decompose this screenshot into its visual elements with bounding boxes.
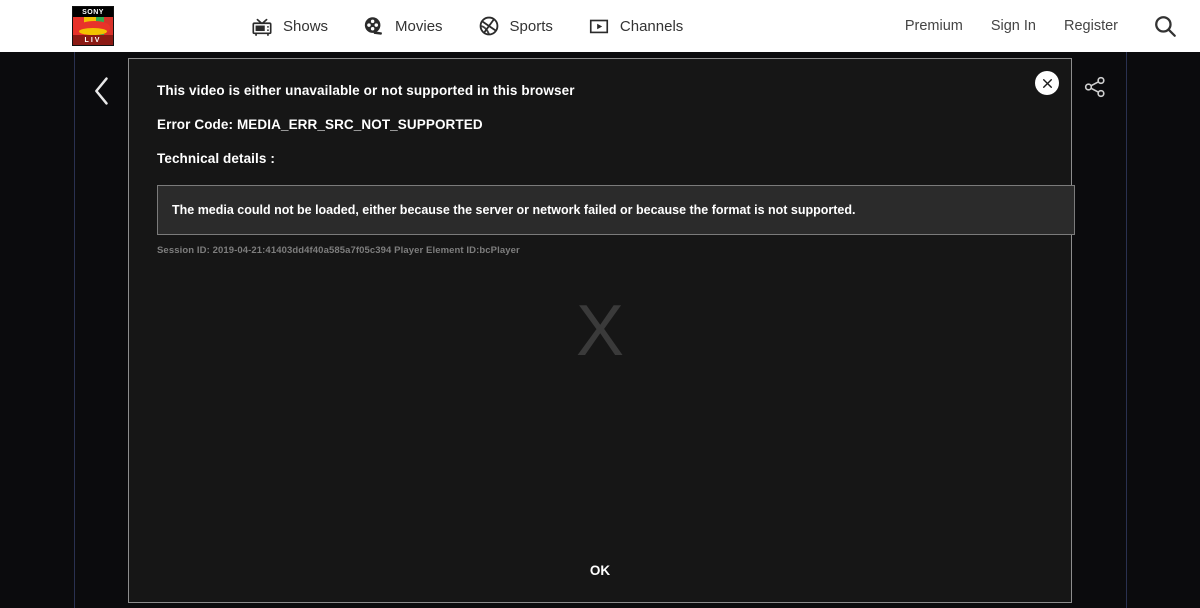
site-header: SONY LIV Shows Movies Sports Channels Pr… [0,0,1200,52]
chevron-left-icon[interactable] [88,74,116,108]
logo-sony-text: SONY [73,7,113,17]
nav-item-channels[interactable]: Channels [587,15,683,37]
tv-icon [250,15,274,37]
technical-details-text: The media could not be loaded, either be… [172,203,856,217]
technical-details-box: The media could not be loaded, either be… [157,185,1075,235]
logo-liv-text: LIV [73,35,113,45]
nav-label-movies: Movies [395,17,443,35]
nav-label-sports: Sports [509,17,553,35]
register-link[interactable]: Register [1064,18,1118,34]
layout-rail-left [74,52,75,608]
nav-label-channels: Channels [619,17,684,35]
video-player: X This video is either unavailable or no… [128,58,1075,603]
nav-item-sports[interactable]: Sports [477,15,553,37]
premium-link[interactable]: Premium [905,18,963,34]
play-box-icon [587,15,611,37]
close-icon[interactable] [1035,71,1059,95]
error-code: Error Code: MEDIA_ERR_SRC_NOT_SUPPORTED [157,117,483,132]
film-reel-icon [362,15,386,37]
primary-navigation: Shows Movies Sports Channels [250,0,683,52]
technical-details-label: Technical details : [157,151,275,166]
logo-swirl-graphic [73,17,113,35]
nav-label-shows: Shows [283,17,329,35]
error-title: This video is either unavailable or not … [157,83,575,98]
search-icon[interactable] [1152,13,1178,39]
share-icon[interactable] [1082,74,1108,100]
sign-in-link[interactable]: Sign In [991,18,1036,34]
header-account-links: Premium Sign In Register [905,0,1178,52]
player-error-overlay: This video is either unavailable or not … [129,59,1075,602]
page-stage: X This video is either unavailable or no… [0,52,1200,608]
layout-rail-right [1126,52,1127,608]
basketball-icon [477,15,501,37]
logo-swirl-shape-2 [79,28,107,35]
nav-item-shows[interactable]: Shows [250,15,328,37]
nav-item-movies[interactable]: Movies [362,15,443,37]
ok-button[interactable]: OK [129,563,1071,578]
sony-liv-logo[interactable]: SONY LIV [72,6,114,46]
session-info: Session ID: 2019-04-21:41403dd4f40a585a7… [157,245,520,256]
